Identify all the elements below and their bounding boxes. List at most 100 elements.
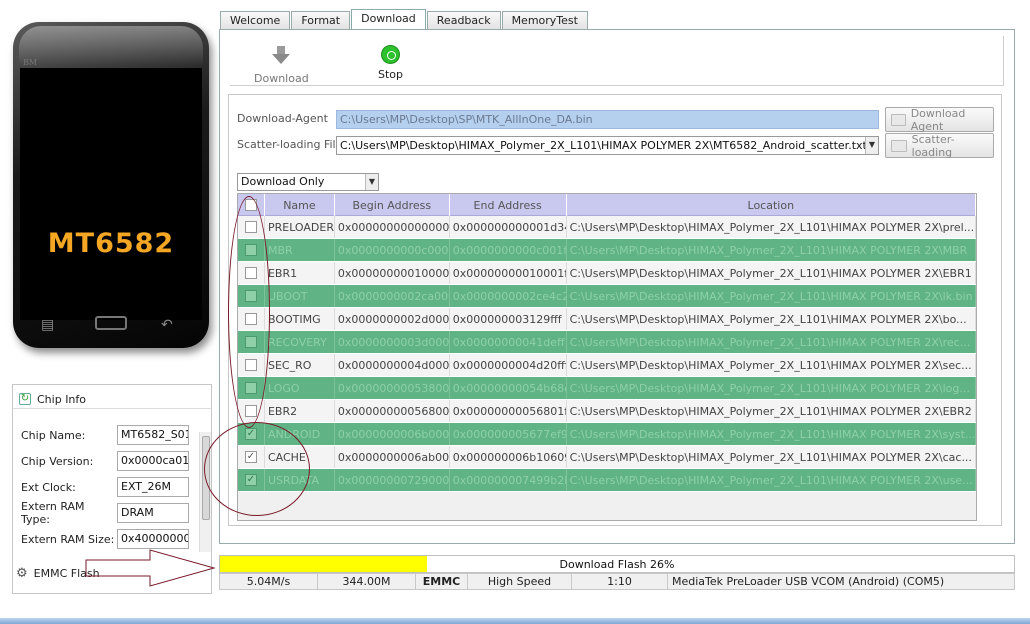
- row-end-address: 0x0000000002ce4c2f: [450, 285, 567, 307]
- row-end-address: 0x000000007499b2bb: [450, 469, 567, 491]
- ram-type-row: Extern RAM Type: DRAM: [9, 500, 189, 526]
- row-location: C:\Users\MP\Desktop\HIMAX_Polymer_2X_L10…: [567, 400, 976, 422]
- download-agent-button-label: Download Agent: [910, 106, 966, 133]
- download-mode-select[interactable]: Download Only ▼: [237, 173, 379, 191]
- row-name: RECOVERY: [265, 331, 335, 353]
- download-tab-content: Download Stop Download-Agent C:\Users\MP…: [219, 29, 1015, 544]
- header-name[interactable]: Name: [265, 194, 335, 216]
- row-begin-address: 0x0000000002d00000: [335, 308, 450, 330]
- scatter-loading-button[interactable]: Scatter-loading: [885, 133, 994, 159]
- tab-download[interactable]: Download: [351, 9, 426, 30]
- download-settings-panel: Download-Agent C:\Users\MP\Desktop\SP\MT…: [228, 94, 1002, 526]
- row-name: EBR2: [265, 400, 335, 422]
- chip-name-field[interactable]: MT6582_S01: [117, 425, 189, 445]
- download-agent-label: Download-Agent: [237, 112, 328, 125]
- home-icon: [95, 316, 127, 330]
- phone-screen: MT6582: [20, 68, 202, 320]
- table-row[interactable]: EBR20x00000000056800000x00000000056801ff…: [238, 400, 976, 423]
- chip-version-label: Chip Version:: [21, 454, 94, 468]
- annotation-ellipse-checked: [204, 422, 310, 516]
- scatter-file-combo[interactable]: C:\Users\MP\Desktop\HIMAX_Polymer_2X_L10…: [336, 136, 879, 155]
- header-location[interactable]: Location: [567, 194, 976, 216]
- ram-size-label: Extern RAM Size:: [21, 532, 115, 546]
- gear-icon: ⚙: [16, 566, 28, 581]
- chevron-down-icon[interactable]: ▼: [365, 174, 378, 190]
- folder-icon: [891, 113, 906, 126]
- row-end-address: 0x000000000001d34b: [450, 216, 567, 238]
- annotation-arrow-icon: [85, 549, 216, 587]
- download-agent-path-field[interactable]: C:\Users\MP\Desktop\SP\MTK_AllInOne_DA.b…: [336, 110, 879, 129]
- ext-clock-field[interactable]: EXT_26M: [117, 477, 189, 497]
- phone-brand: BM: [23, 58, 38, 67]
- row-begin-address: 0x0000000006ab00000: [335, 446, 450, 468]
- download-button[interactable]: Download: [254, 46, 309, 85]
- table-row[interactable]: ✓ANDROID0x0000000006b000000x000000005677…: [238, 423, 976, 446]
- row-name: PRELOADER: [265, 216, 335, 238]
- chip-info-header: ↻ Chip Info: [13, 385, 211, 409]
- row-name: BOOTIMG: [265, 308, 335, 330]
- scatter-file-label: Scatter-loading File: [237, 138, 343, 151]
- row-end-address: 0x000000003129fff: [450, 308, 567, 330]
- chip-name-row: Chip Name: MT6582_S01: [9, 425, 189, 445]
- table-row[interactable]: BOOTIMG0x0000000002d000000x000000003129f…: [238, 308, 976, 331]
- row-begin-address: 0x0000000000000000: [335, 216, 450, 238]
- row-begin-address: 0x0000000005680000: [335, 400, 450, 422]
- ram-size-field[interactable]: 0x40000000: [117, 529, 189, 549]
- row-location: C:\Users\MP\Desktop\HIMAX_Polymer_2X_L10…: [567, 354, 976, 376]
- table-row[interactable]: MBR0x0000000000c000000x0000000000c001ffC…: [238, 239, 976, 262]
- stop-button[interactable]: Stop: [378, 46, 403, 81]
- download-button-label: Download: [254, 72, 309, 85]
- row-location: C:\Users\MP\Desktop\HIMAX_Polymer_2X_L10…: [567, 262, 976, 284]
- download-arrow-icon: [272, 46, 291, 64]
- status-size: 344.00M: [318, 574, 416, 589]
- table-row[interactable]: ✓CACHE0x0000000006ab000000x000000006b106…: [238, 446, 976, 469]
- row-location: C:\Users\MP\Desktop\HIMAX_Polymer_2X_L10…: [567, 423, 976, 445]
- folder-icon: [891, 139, 907, 152]
- tab-readback[interactable]: Readback: [426, 11, 501, 30]
- ram-type-field[interactable]: DRAM: [117, 503, 189, 523]
- row-end-address: 0x0000000000c001ff: [450, 239, 567, 261]
- status-storage: EMMC: [416, 574, 468, 589]
- table-header: Name Begin Address End Address Location: [238, 194, 976, 216]
- ram-size-row: Extern RAM Size: 0x40000000: [9, 529, 189, 549]
- row-begin-address: 0x0000000004d00000: [335, 354, 450, 376]
- progress-text: Download Flash 26%: [559, 558, 675, 571]
- chip-version-field[interactable]: 0x0000ca01: [117, 451, 189, 471]
- tab-format[interactable]: Format: [291, 11, 351, 30]
- refresh-icon[interactable]: ↻: [19, 393, 31, 405]
- status-time: 1:10: [572, 574, 668, 589]
- row-location: C:\Users\MP\Desktop\HIMAX_Polymer_2X_L10…: [567, 308, 976, 330]
- ram-type-label: Extern RAM Type:: [21, 500, 85, 526]
- table-row[interactable]: EBR10x00000000010000000x00000000010001ff…: [238, 262, 976, 285]
- taskbar-edge: [0, 618, 1030, 624]
- status-speed: 5.04M/s: [220, 574, 318, 589]
- row-end-address: 0x000000005677ef9f: [450, 423, 567, 445]
- ext-clock-row: Ext Clock: EXT_26M: [9, 477, 189, 497]
- menu-icon: ▤: [41, 317, 55, 333]
- chip-version-row: Chip Version: 0x0000ca01: [9, 451, 189, 471]
- row-location: C:\Users\MP\Desktop\HIMAX_Polymer_2X_L10…: [567, 285, 976, 307]
- table-row[interactable]: ✓USRDATA0x00000000729000000x000000007499…: [238, 469, 976, 492]
- tab-memorytest[interactable]: MemoryTest: [501, 11, 588, 30]
- chip-info-title: Chip Info: [37, 392, 87, 406]
- chevron-down-icon[interactable]: ▼: [865, 137, 878, 154]
- phone-shine: [19, 26, 203, 66]
- header-begin-address[interactable]: Begin Address: [335, 194, 450, 216]
- row-end-address: 0x00000000041deff: [450, 331, 567, 353]
- table-row[interactable]: UBOOT0x0000000002ca00000x0000000002ce4c2…: [238, 285, 976, 308]
- row-location: C:\Users\MP\Desktop\HIMAX_Polymer_2X_L10…: [567, 446, 976, 468]
- row-begin-address: 0x0000000000c00000: [335, 239, 450, 261]
- table-row[interactable]: PRELOADER0x00000000000000000x00000000000…: [238, 216, 976, 239]
- row-location: C:\Users\MP\Desktop\HIMAX_Polymer_2X_L10…: [567, 377, 976, 399]
- back-icon: ↶: [161, 317, 173, 333]
- row-end-address: 0x00000000056801ff: [450, 400, 567, 422]
- table-row[interactable]: SEC_RO0x0000000004d000000x0000000004d20f…: [238, 354, 976, 377]
- partition-table: Name Begin Address End Address Location …: [237, 193, 977, 521]
- table-row[interactable]: RECOVERY0x0000000003d000000x00000000041d…: [238, 331, 976, 354]
- row-name: UBOOT: [265, 285, 335, 307]
- row-location: C:\Users\MP\Desktop\HIMAX_Polymer_2X_L10…: [567, 239, 976, 261]
- table-row[interactable]: LOGO0x00000000053800000x00000000054b68cf…: [238, 377, 976, 400]
- header-end-address[interactable]: End Address: [450, 194, 567, 216]
- tab-welcome[interactable]: Welcome: [220, 11, 291, 30]
- download-agent-button[interactable]: Download Agent: [885, 106, 994, 133]
